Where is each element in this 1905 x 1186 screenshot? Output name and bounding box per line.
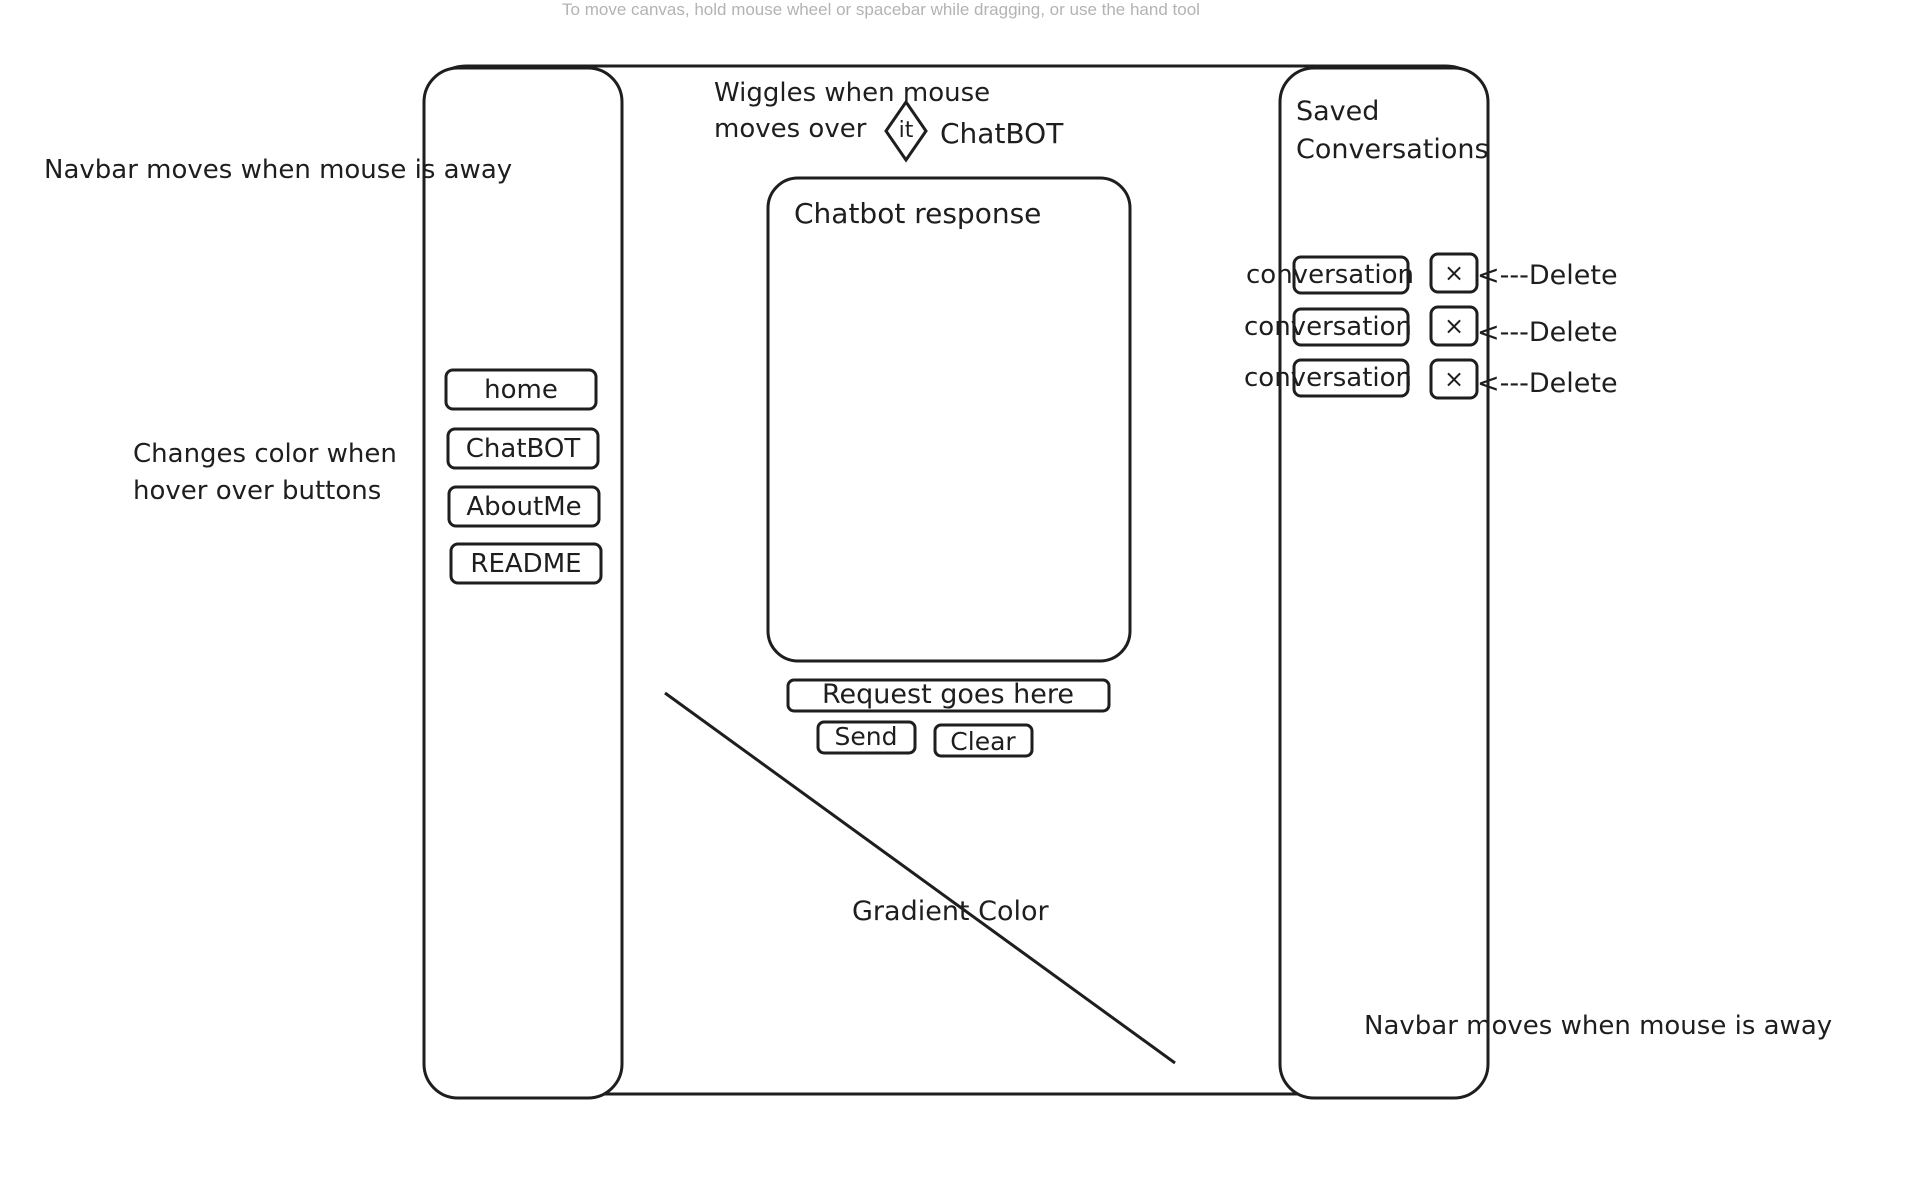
delete-button[interactable]: × xyxy=(1429,358,1479,400)
nav-button-label: README xyxy=(470,549,581,579)
saved-conversations-title-line2: Conversations xyxy=(1296,134,1489,165)
gradient-note: Gradient Color xyxy=(852,896,1049,927)
request-input[interactable]: Request goes here xyxy=(786,678,1111,713)
wiggle-note-line1: Wiggles when mouse xyxy=(714,78,990,108)
navbar-left-note: Navbar moves when mouse is away xyxy=(44,155,512,185)
nav-button-label: home xyxy=(484,375,558,405)
nav-button-aboutme[interactable]: AboutMe xyxy=(447,485,601,528)
nav-button-label: AboutMe xyxy=(466,492,581,522)
close-icon: × xyxy=(1444,259,1464,287)
conversation-label: conversation xyxy=(1244,312,1412,342)
delete-note: <---Delete xyxy=(1477,317,1618,348)
delete-button[interactable]: × xyxy=(1429,252,1479,294)
close-icon: × xyxy=(1444,365,1464,393)
conversation-row[interactable]: conversation × <---Delete xyxy=(1244,358,1618,400)
chatbot-response-title: Chatbot response xyxy=(794,197,1041,230)
hover-note-line2: hover over buttons xyxy=(133,476,381,506)
clear-button[interactable]: Clear xyxy=(933,723,1034,758)
navbar-right-note: Navbar moves when mouse is away xyxy=(1364,1011,1832,1041)
right-navbar[interactable] xyxy=(1278,66,1490,1100)
saved-conversations-title-line1: Saved xyxy=(1296,96,1379,127)
page-title: ChatBOT xyxy=(940,117,1064,150)
nav-button-home[interactable]: home xyxy=(444,368,598,411)
conversation-label: conversation xyxy=(1244,363,1412,393)
delete-note: <---Delete xyxy=(1477,260,1618,291)
request-input-placeholder: Request goes here xyxy=(822,679,1074,710)
nav-button-label: ChatBOT xyxy=(466,434,581,464)
chatbot-response-box xyxy=(766,176,1132,663)
delete-note: <---Delete xyxy=(1477,368,1618,399)
clear-button-label: Clear xyxy=(950,727,1016,756)
nav-button-chatbot[interactable]: ChatBOT xyxy=(446,427,600,470)
send-button[interactable]: Send xyxy=(816,720,917,755)
nav-button-readme[interactable]: README xyxy=(449,542,603,585)
conversation-row[interactable]: conversation × <---Delete xyxy=(1244,305,1618,348)
hover-note-line1: Changes color when xyxy=(133,439,397,469)
delete-button[interactable]: × xyxy=(1429,305,1479,347)
wireframe-canvas[interactable]: home ChatBOT AboutMe README Wiggles when… xyxy=(0,0,1905,1186)
conversation-label: conversation xyxy=(1246,260,1414,290)
logo-icon-text: it xyxy=(899,118,914,143)
close-icon: × xyxy=(1444,312,1464,340)
send-button-label: Send xyxy=(835,722,898,751)
wiggle-note-line2: moves over xyxy=(714,114,867,144)
conversation-row[interactable]: conversation × <---Delete xyxy=(1246,252,1618,295)
